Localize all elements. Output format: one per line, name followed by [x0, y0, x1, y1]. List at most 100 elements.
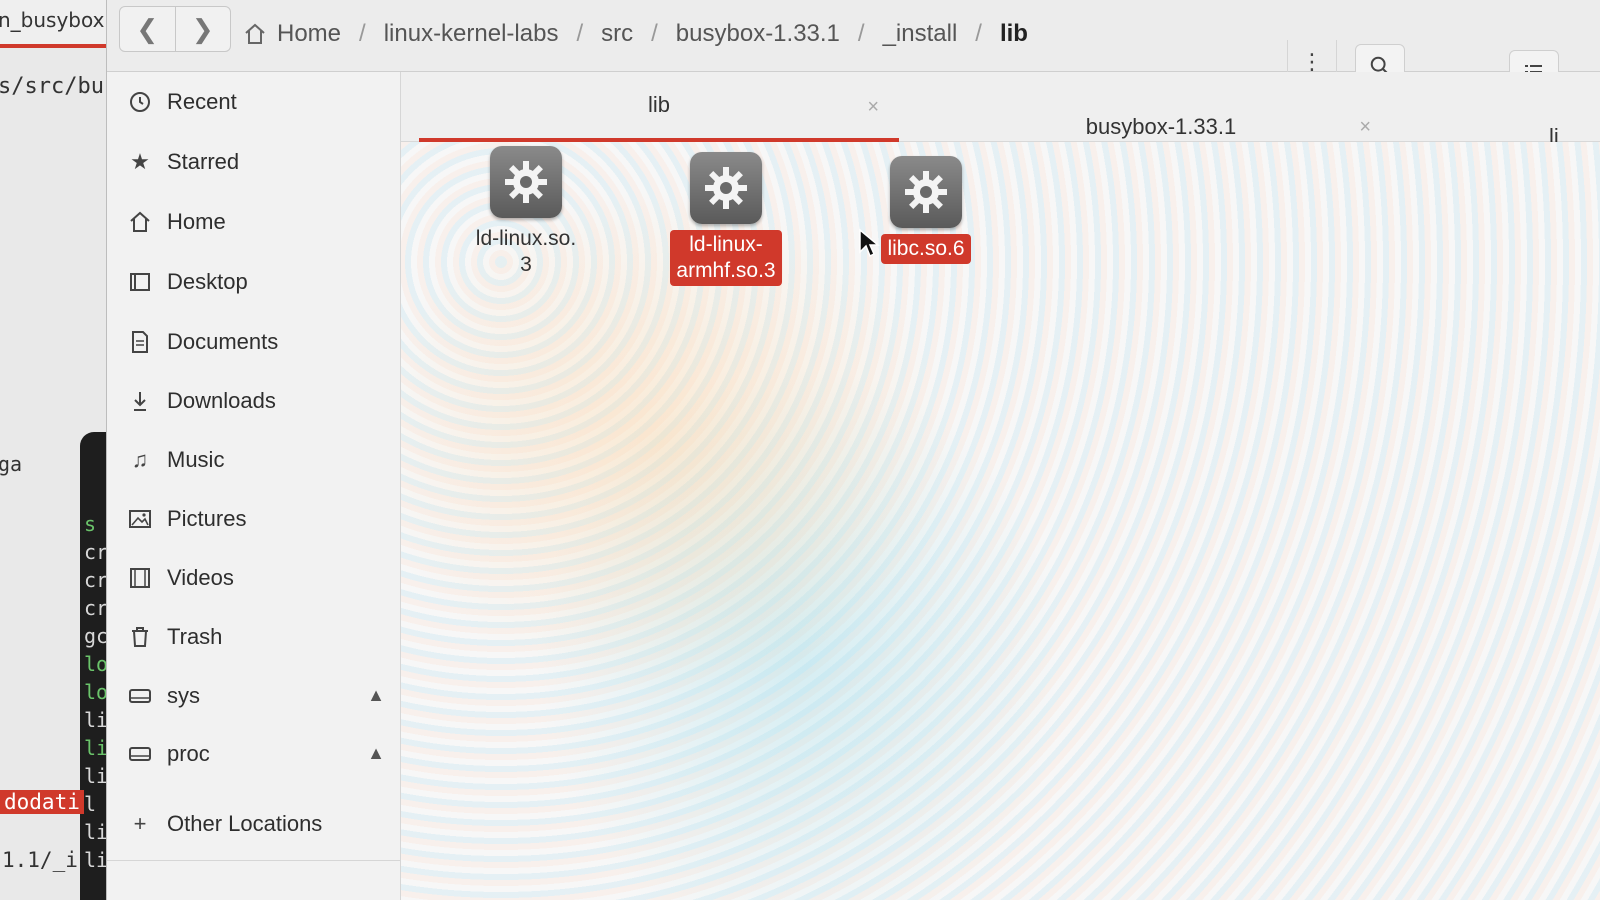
sidebar-item-label: Trash	[167, 624, 223, 649]
mouse-cursor-icon	[859, 228, 880, 258]
file-item[interactable]: ld-linux- armhf.so.3	[651, 152, 801, 286]
sidebar-item-proc[interactable]: proc ▲	[127, 730, 387, 778]
terminal-line: cr	[84, 568, 108, 592]
chevron-right-icon: ❯	[191, 13, 214, 44]
eject-icon[interactable]: ▲	[363, 740, 389, 766]
drive-icon	[127, 741, 153, 767]
plus-icon: +	[133, 811, 147, 836]
breadcrumb-separator: /	[651, 20, 658, 47]
terminal-line: gc	[84, 624, 108, 648]
music-icon: ♫	[131, 447, 149, 472]
sidebar-item-label: Downloads	[167, 388, 276, 413]
close-icon[interactable]: ×	[1359, 116, 1371, 139]
picture-icon	[127, 506, 153, 532]
sidebar-item-label: Recent	[167, 89, 237, 114]
sidebar-item-other-locations[interactable]: + Other Locations	[127, 800, 387, 848]
sidebar-item-starred[interactable]: ★ Starred	[127, 138, 387, 186]
breadcrumb-install[interactable]: _install	[883, 20, 958, 48]
terminal-line: li	[84, 708, 108, 732]
sidebar-divider	[107, 860, 401, 861]
breadcrumb-label: Home	[277, 20, 342, 47]
terminal-line: l	[84, 792, 97, 816]
tab-bar: lib × busybox-1.33.1 × li	[401, 72, 1600, 149]
terminal-path-text: s/src/bu	[0, 74, 104, 99]
back-button[interactable]: ❮	[120, 7, 175, 51]
breadcrumb-separator: /	[359, 20, 366, 47]
sidebar-item-pictures[interactable]: Pictures	[127, 495, 387, 543]
terminal-side-text: ga	[0, 452, 23, 476]
executable-gear-icon	[890, 156, 962, 228]
sidebar-item-label: Pictures	[167, 506, 247, 531]
file-name: libc.so.6	[881, 234, 971, 264]
sidebar-item-label: Desktop	[167, 269, 248, 294]
breadcrumb-busybox[interactable]: busybox-1.33.1	[676, 20, 840, 48]
download-icon	[127, 388, 153, 414]
terminal-tab-title: n_busybox	[0, 8, 105, 32]
breadcrumb-separator: /	[576, 20, 584, 47]
breadcrumb-src[interactable]: src	[601, 20, 633, 48]
sidebar-item-label: proc	[167, 741, 210, 766]
terminal-line: cr	[84, 596, 108, 620]
sidebar-item-label: Home	[167, 209, 226, 234]
terminal-dark-pane: s cr cr cr gc lo lo li li li l li li	[80, 432, 108, 900]
sidebar-item-videos[interactable]: Videos	[127, 554, 387, 602]
file-item[interactable]: ld-linux.so. 3	[451, 146, 601, 280]
sidebar-item-music[interactable]: ♫ Music	[127, 436, 387, 484]
sidebar-item-home[interactable]: Home	[127, 198, 387, 246]
breadcrumb-separator: /	[857, 20, 865, 47]
file-icon-view[interactable]: ld-linux.so. 3 ld-linux- armhf.so.3 libc…	[401, 142, 1600, 900]
breadcrumb-home[interactable]: Home	[243, 20, 341, 48]
terminal-line: li	[84, 848, 108, 872]
sidebar-item-label: Other Locations	[167, 811, 323, 836]
headerbar: ❮ ❯ Home / linux-kernel-labs / src / bus…	[107, 0, 1600, 94]
close-icon[interactable]: ×	[867, 96, 879, 119]
sidebar-item-label: Music	[167, 447, 225, 472]
star-icon: ★	[130, 149, 150, 174]
terminal-line: li	[84, 820, 108, 844]
drive-icon	[127, 683, 153, 709]
trash-icon	[127, 624, 153, 650]
file-manager-window: ❮ ❯ Home / linux-kernel-labs / src / bus…	[106, 0, 1600, 900]
terminal-line: lo	[84, 652, 108, 676]
video-icon	[127, 565, 153, 591]
breadcrumb-linux-kernel-labs[interactable]: linux-kernel-labs	[384, 20, 559, 48]
home-icon	[245, 23, 265, 44]
sidebar-item-desktop[interactable]: Desktop	[127, 258, 387, 306]
breadcrumb-lib[interactable]: lib	[1000, 20, 1028, 48]
tab-lib[interactable]: lib ×	[419, 72, 899, 142]
sidebar-item-recent[interactable]: Recent	[127, 78, 387, 126]
chevron-left-icon: ❮	[136, 13, 159, 44]
home-icon	[127, 209, 153, 235]
places-sidebar: Recent ★ Starred Home Desktop Documents …	[107, 72, 401, 900]
sidebar-item-documents[interactable]: Documents	[127, 318, 387, 366]
file-name: ld-linux.so. 3	[475, 227, 577, 276]
tab-label: lib	[647, 92, 670, 117]
terminal-highlight-text: dodati	[0, 790, 84, 814]
document-icon	[127, 329, 153, 355]
terminal-line: cr	[84, 540, 108, 564]
terminal-line: li	[84, 736, 108, 760]
clock-icon	[127, 89, 153, 115]
sidebar-item-label: sys	[167, 683, 200, 708]
terminal-tab[interactable]: n_busybox	[0, 0, 108, 48]
file-name: ld-linux- armhf.so.3	[670, 230, 782, 286]
breadcrumb: Home / linux-kernel-labs / src / busybox…	[243, 8, 1028, 60]
sidebar-item-downloads[interactable]: Downloads	[127, 377, 387, 425]
sidebar-item-label: Starred	[167, 149, 240, 174]
sidebar-item-label: Videos	[167, 565, 234, 590]
background-terminal-window: n_busybox s/src/bu ga s cr cr cr gc lo l…	[0, 0, 108, 900]
desktop-icon	[127, 269, 153, 295]
sidebar-item-trash[interactable]: Trash	[127, 613, 387, 661]
breadcrumb-separator: /	[975, 20, 982, 47]
terminal-path-text-2: 1.1/_i	[2, 848, 78, 872]
eject-icon[interactable]: ▲	[363, 682, 389, 708]
terminal-line: li	[84, 764, 108, 788]
sidebar-item-sys[interactable]: sys ▲	[127, 672, 387, 720]
executable-gear-icon	[690, 152, 762, 224]
forward-button[interactable]: ❯	[174, 7, 231, 51]
tab-label: busybox-1.33.1	[1085, 114, 1237, 139]
navigation-buttons: ❮ ❯	[119, 6, 231, 52]
sidebar-item-label: Documents	[167, 329, 279, 354]
terminal-line: lo	[84, 680, 108, 704]
executable-gear-icon	[490, 146, 562, 218]
